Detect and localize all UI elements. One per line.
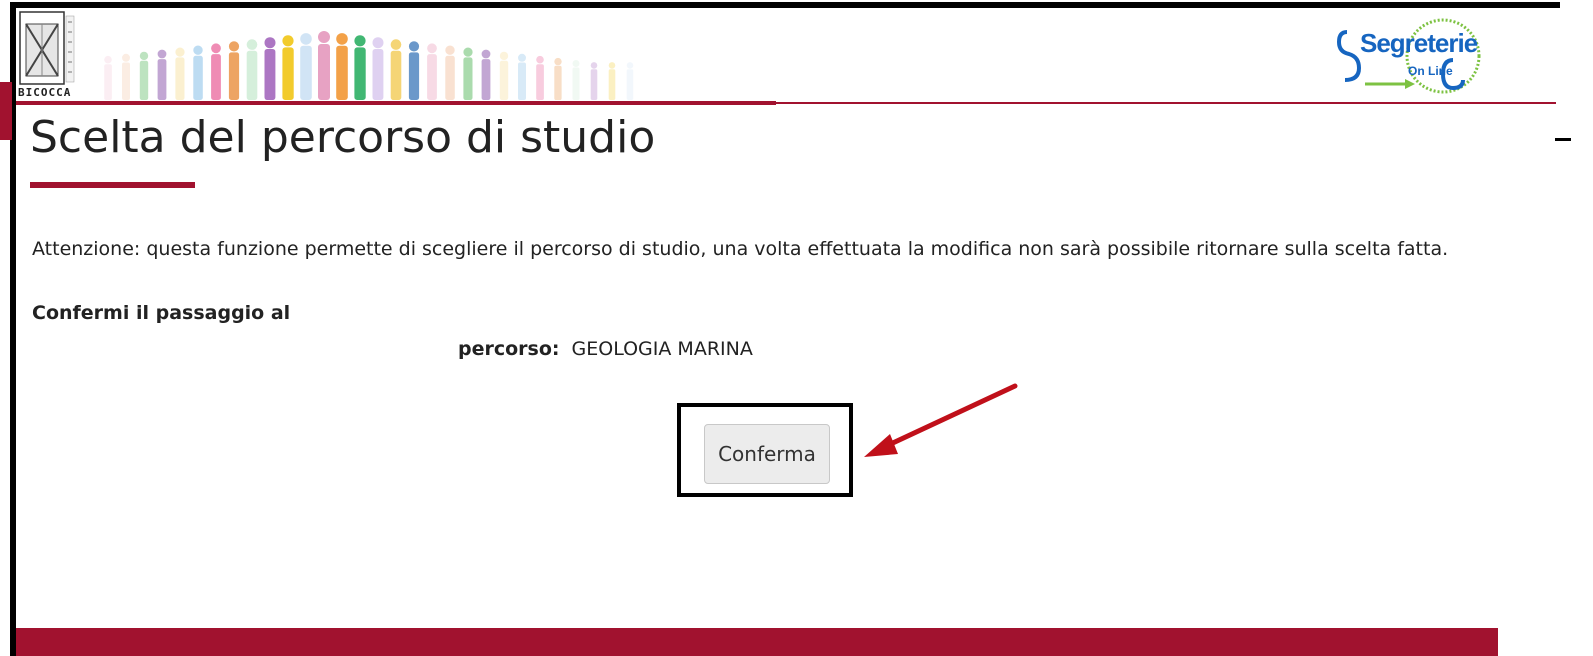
crowd-figure	[590, 62, 598, 100]
service-logo-title: Segreterie	[1360, 28, 1478, 58]
crowd-figure	[282, 35, 294, 100]
page: BICOCCA Segreterie On Line Scelta del pe…	[0, 0, 1593, 656]
people-crowd-banner	[104, 31, 634, 100]
conferma-button[interactable]: Conferma	[704, 424, 830, 484]
red-arrow-icon	[864, 383, 1018, 457]
title-underline	[30, 182, 195, 188]
side-red-tab	[0, 82, 12, 140]
crowd-figure	[536, 55, 544, 100]
crowd-figure	[354, 35, 366, 100]
percorso-row: percorso: GEOLOGIA MARINA	[458, 338, 753, 360]
crowd-figure	[318, 31, 330, 100]
crowd-figure	[499, 51, 509, 100]
crowd-figure	[246, 39, 258, 100]
crowd-figure	[300, 33, 312, 100]
crowd-figure	[463, 47, 473, 100]
crowd-figure	[175, 47, 185, 100]
crowd-figure	[408, 41, 420, 100]
crowd-figure	[264, 37, 276, 100]
crowd-figure	[427, 43, 437, 100]
crowd-figure	[518, 53, 526, 100]
crowd-figure	[481, 49, 491, 100]
percorso-value: GEOLOGIA MARINA	[571, 338, 753, 360]
crowd-figure	[193, 45, 203, 100]
university-logo-text: BICOCCA	[18, 86, 72, 99]
service-logo-subtitle: On Line	[1408, 64, 1453, 78]
crowd-figure	[445, 45, 455, 100]
crowd-figure	[157, 49, 167, 100]
crowd-figure	[139, 51, 149, 100]
warning-text: Attenzione: questa funzione permette di …	[32, 238, 1449, 260]
footer-bar	[16, 628, 1498, 656]
header-divider-accent	[16, 101, 776, 105]
crowd-figure	[608, 62, 616, 100]
page-title: Scelta del percorso di studio	[30, 112, 656, 163]
crowd-figure	[572, 60, 580, 100]
screenshot-frame-tick	[1555, 138, 1571, 141]
crowd-figure	[228, 41, 240, 100]
confirm-question: Confermi il passaggio al	[32, 302, 291, 324]
crowd-figure	[626, 62, 634, 100]
crowd-figure	[390, 39, 402, 100]
crowd-figure	[211, 43, 221, 100]
crowd-figure	[554, 57, 562, 100]
crowd-figure	[104, 55, 112, 100]
crowd-figure	[122, 53, 130, 100]
crowd-figure	[336, 33, 348, 100]
crowd-figure	[372, 37, 384, 100]
percorso-label: percorso:	[458, 338, 560, 360]
